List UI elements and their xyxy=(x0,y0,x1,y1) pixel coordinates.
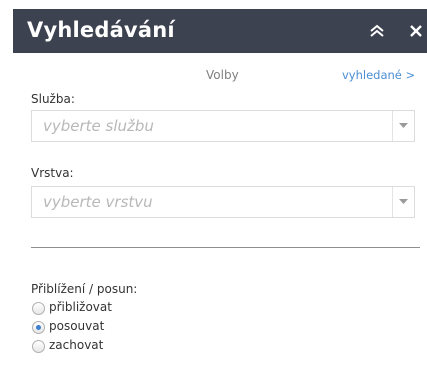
panel-title: Vyhledávání xyxy=(27,18,175,42)
radio-label: posouvat xyxy=(49,319,105,333)
radio-button[interactable] xyxy=(32,340,45,353)
service-label: Služba: xyxy=(31,92,75,106)
radio-button[interactable] xyxy=(32,302,45,315)
layer-dropdown-button[interactable] xyxy=(392,187,414,217)
tab-found-results[interactable]: vyhledané > xyxy=(342,68,415,82)
close-icon[interactable] xyxy=(408,22,424,40)
radio-button[interactable] xyxy=(32,321,45,334)
service-dropdown-button[interactable] xyxy=(392,111,414,141)
radio-label: přibližovat xyxy=(49,300,112,314)
panel-header: Vyhledávání xyxy=(13,9,427,53)
layer-select[interactable]: vyberte vrstvu xyxy=(31,186,415,218)
layer-label: Vrstva: xyxy=(31,166,74,180)
chevron-down-icon xyxy=(399,123,408,128)
double-chevron-up-icon[interactable] xyxy=(368,22,386,40)
service-select-placeholder: vyberte službu xyxy=(43,117,154,135)
chevron-down-icon xyxy=(399,199,408,204)
layer-select-placeholder: vyberte vrstvu xyxy=(43,193,153,211)
tab-options[interactable]: Volby xyxy=(206,68,239,82)
service-select[interactable]: vyberte službu xyxy=(31,110,415,142)
section-divider xyxy=(31,247,420,248)
radio-label: zachovat xyxy=(49,338,104,352)
zoom-pan-label: Přiblížení / posun: xyxy=(31,282,138,296)
